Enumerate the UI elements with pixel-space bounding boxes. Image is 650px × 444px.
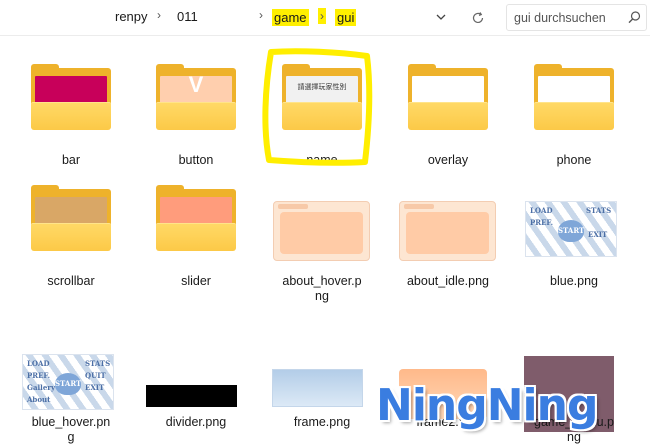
chevron-right-icon: › xyxy=(318,8,326,24)
image-thumbnail xyxy=(146,385,237,407)
refresh-icon[interactable] xyxy=(470,10,486,26)
address-bar: renpy › 011 › game › gui gui durchsuchen xyxy=(0,0,650,36)
folder-icon xyxy=(156,185,236,251)
breadcrumb-011[interactable]: 011 xyxy=(177,9,198,24)
item-label: scrollbar xyxy=(47,274,95,288)
folder-icon xyxy=(31,185,111,251)
chevron-down-icon[interactable] xyxy=(434,10,448,24)
item-label: button xyxy=(178,153,214,167)
breadcrumb-gui[interactable]: gui xyxy=(335,9,357,26)
item-label: slider xyxy=(181,274,211,288)
search-input[interactable]: gui durchsuchen xyxy=(514,11,606,25)
folder-icon: 請選擇玩家性別 xyxy=(282,64,362,130)
item-label: blue.png xyxy=(550,274,598,288)
search-icon[interactable] xyxy=(627,10,642,25)
search-box[interactable]: gui durchsuchen xyxy=(506,4,647,31)
image-thumbnail xyxy=(273,201,370,261)
item-label: divider.png xyxy=(165,415,227,429)
breadcrumb-game[interactable]: game xyxy=(272,9,309,26)
item-label: phone xyxy=(556,153,592,167)
item-label: about_idle.png xyxy=(406,274,490,288)
breadcrumb[interactable]: renpy › 011 › game › gui xyxy=(0,4,497,31)
item-label: name xyxy=(306,153,338,167)
item-label: about_hover.p ng xyxy=(282,274,362,303)
chevron-right-icon: › xyxy=(259,8,263,22)
item-label: overlay xyxy=(427,153,469,167)
image-thumbnail xyxy=(272,369,363,407)
folder-icon xyxy=(534,64,614,130)
chevron-right-icon: › xyxy=(157,8,161,22)
image-thumbnail xyxy=(399,201,496,261)
watermark: NingNing xyxy=(376,380,598,431)
preview-text: V xyxy=(188,72,204,97)
preview-text: 請選擇玩家性別 xyxy=(297,83,347,91)
breadcrumb-renpy[interactable]: renpy xyxy=(115,9,148,24)
image-thumbnail: LOAD PREF. STATS EXIT START xyxy=(525,201,617,257)
folder-icon xyxy=(408,64,488,130)
item-label: blue_hover.pn g xyxy=(31,415,111,444)
item-label: frame.png xyxy=(293,415,351,429)
folder-icon xyxy=(31,64,111,130)
file-explorer-window: { "address": { "crumbs": ["renpy", "011"… xyxy=(0,0,650,444)
image-thumbnail: LOAD PREF. Gallery About STATS QUIT EXIT… xyxy=(22,354,114,410)
item-label: bar xyxy=(61,153,81,167)
folder-icon: V xyxy=(156,64,236,130)
